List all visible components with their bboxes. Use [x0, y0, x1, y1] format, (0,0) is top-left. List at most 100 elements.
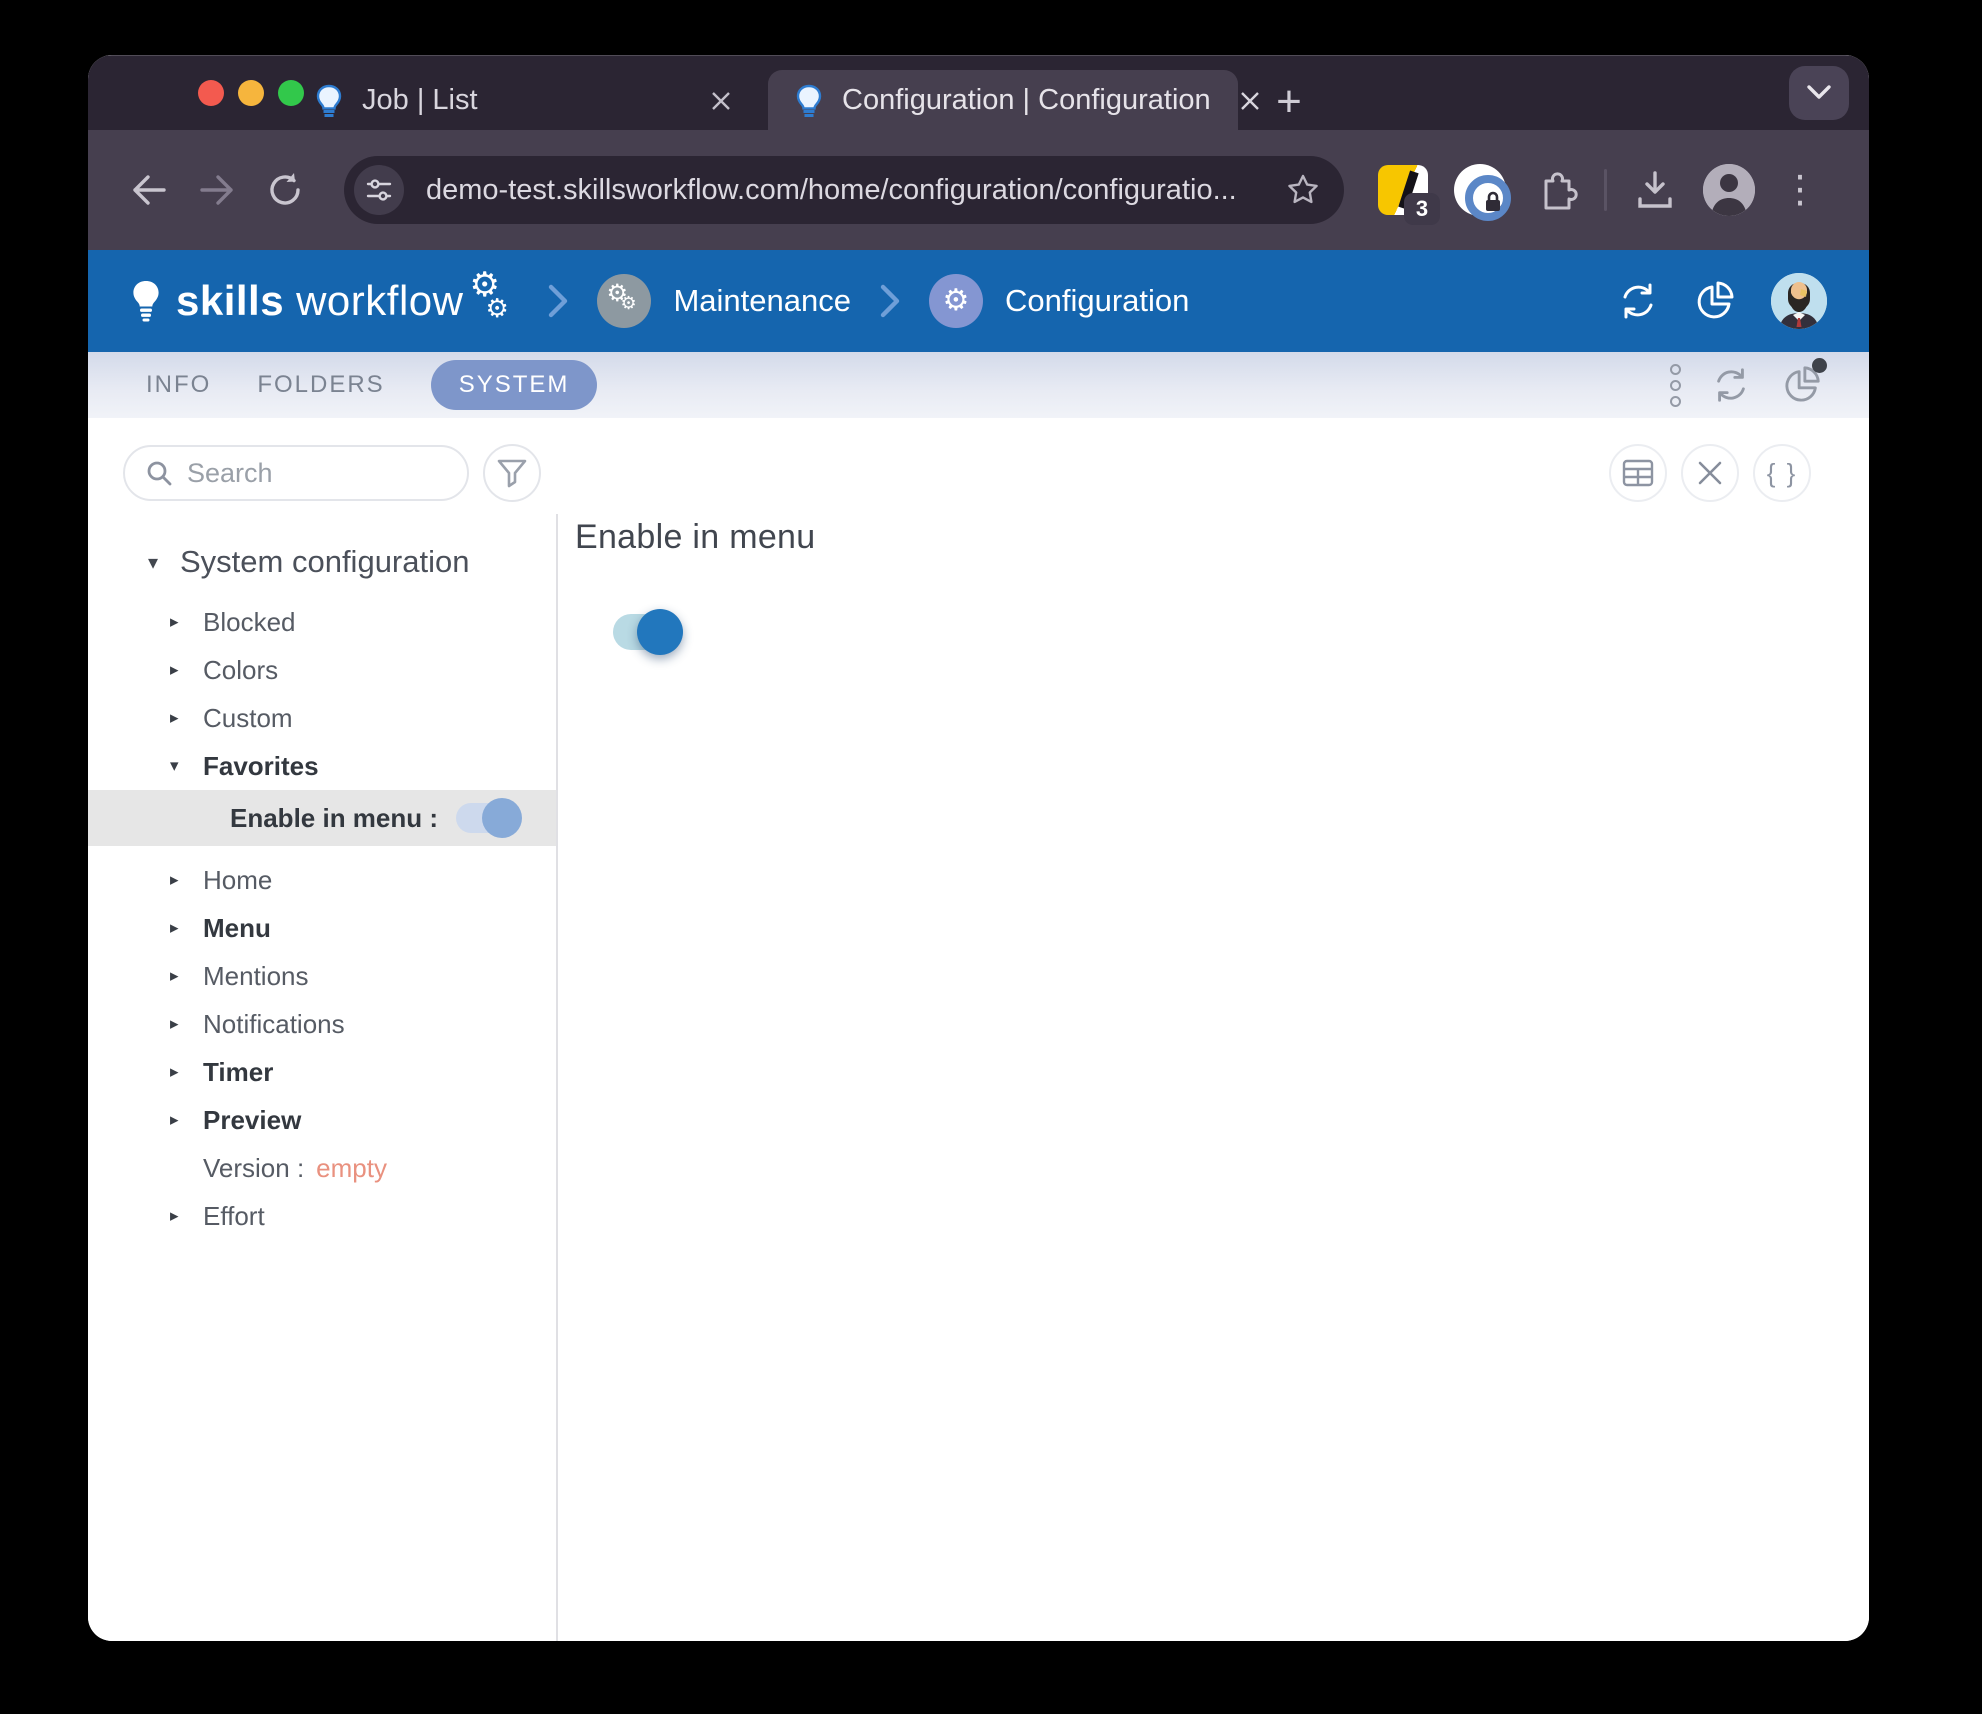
caret-right-icon[interactable]: ▸ — [170, 966, 192, 986]
caret-right-icon[interactable]: ▸ — [170, 660, 192, 680]
extension-icon[interactable]: 3 — [1378, 165, 1428, 215]
lock-icon — [1482, 190, 1504, 214]
tree-item-enable-in-menu[interactable]: Enable in menu : — [88, 790, 558, 846]
caret-right-icon[interactable]: ▸ — [170, 918, 192, 938]
tree-root-system-configuration[interactable]: ▾ System configuration — [88, 532, 558, 592]
tree-item-custom[interactable]: ▸Custom — [88, 694, 558, 742]
back-icon[interactable] — [126, 167, 172, 213]
desktop-background: Job | List Configuration | Configuration… — [0, 0, 1982, 1714]
enable-in-menu-mini-toggle[interactable] — [456, 803, 518, 833]
json-view-button[interactable]: { } — [1753, 444, 1811, 502]
tree-item-preview[interactable]: ▸ Preview — [88, 1096, 558, 1144]
tree-item-blocked[interactable]: ▸ Blocked — [88, 598, 558, 646]
brand-workflow: workflow — [296, 277, 463, 325]
configuration-detail-panel: { } Enable in menu — [559, 418, 1869, 1641]
caret-down-icon[interactable]: ▾ — [170, 756, 192, 776]
close-button[interactable] — [1681, 444, 1739, 502]
browser-toolbar: demo-test.skillsworkflow.com/home/config… — [88, 130, 1869, 250]
refresh-icon[interactable] — [1711, 365, 1751, 405]
search-icon — [145, 459, 173, 487]
caret-right-icon[interactable]: ▸ — [170, 708, 192, 728]
tree-item-home[interactable]: ▸Home — [88, 856, 558, 904]
more-options-kebab-icon[interactable] — [1670, 364, 1681, 407]
browser-profile-avatar[interactable] — [1703, 164, 1755, 216]
tab-folders[interactable]: FOLDERS — [257, 371, 384, 399]
table-view-button[interactable] — [1609, 444, 1667, 502]
browser-tab-configuration[interactable]: Configuration | Configuration — [768, 70, 1238, 131]
caret-right-icon[interactable]: ▸ — [170, 1014, 192, 1034]
tab-title: Job | List — [362, 84, 478, 117]
tree-item-label: Notifications — [203, 1009, 345, 1040]
tab-close-icon[interactable] — [704, 84, 738, 118]
user-avatar[interactable] — [1771, 273, 1827, 329]
extension-badge: 3 — [1404, 193, 1440, 225]
caret-right-icon[interactable]: ▸ — [170, 612, 192, 632]
detail-toolbar: { } — [1609, 444, 1811, 502]
tab-system[interactable]: SYSTEM — [431, 360, 598, 410]
browser-tab-strip: Job | List Configuration | Configuration… — [88, 55, 1869, 130]
tree-item-mentions[interactable]: ▸ Mentions — [88, 952, 558, 1000]
forward-icon[interactable] — [194, 167, 240, 213]
app-header: skills workflow ⚙ ⚙ ⚙⚙ Maintenance — [88, 250, 1869, 352]
extensions-puzzle-icon[interactable] — [1532, 167, 1578, 213]
tab-close-icon[interactable] — [1239, 84, 1261, 118]
tree-item-effort[interactable]: ▸Effort — [88, 1192, 558, 1240]
tab-search-chevron-button[interactable] — [1789, 66, 1849, 120]
bookmark-star-icon[interactable] — [1286, 173, 1320, 207]
tab-info[interactable]: INFO — [146, 371, 211, 399]
caret-right-icon[interactable]: ▸ — [170, 1206, 192, 1226]
brand-skills: skills — [176, 277, 284, 325]
tree-item-colors[interactable]: ▸ Colors — [88, 646, 558, 694]
tree-item-label: Version : — [203, 1153, 304, 1184]
caret-right-icon[interactable]: ▸ — [170, 1110, 192, 1130]
tab-title: Configuration | Configuration — [842, 84, 1211, 117]
tree-item-menu[interactable]: ▸Menu — [88, 904, 558, 952]
breadcrumb-label: Configuration — [1005, 283, 1189, 319]
caret-down-icon[interactable]: ▾ — [148, 550, 170, 575]
caret-right-icon[interactable]: ▸ — [170, 870, 192, 890]
tree-item-value: empty — [316, 1153, 387, 1184]
downloads-icon[interactable] — [1633, 169, 1677, 211]
toolbar-divider — [1604, 169, 1607, 211]
gears-icon: ⚙⚙ — [597, 274, 651, 328]
toggle-knob — [637, 609, 683, 655]
tree-item-label: Preview — [203, 1105, 301, 1136]
tree-item-label: Enable in menu : — [230, 803, 438, 834]
close-window-button[interactable] — [198, 80, 224, 106]
address-bar[interactable]: demo-test.skillsworkflow.com/home/config… — [344, 156, 1344, 224]
tree-item-label: Colors — [203, 655, 278, 686]
lightbulb-logo-icon — [130, 277, 162, 325]
tree-item-favorites[interactable]: ▾Favorites — [88, 742, 558, 790]
new-tab-button[interactable]: + — [1263, 76, 1315, 128]
setting-title: Enable in menu — [575, 518, 815, 557]
search-input[interactable] — [187, 458, 427, 489]
toolbar-extensions-area: 3 ⋮ — [1378, 164, 1819, 216]
configuration-sidebar: ▾ System configuration ▸ Blocked ▸ Colors ▸C… — [88, 418, 558, 1641]
app-tab-bar-actions — [1670, 364, 1823, 407]
app-tab-bar: INFO FOLDERS SYSTEM — [88, 352, 1869, 418]
breadcrumb-maintenance[interactable]: ⚙⚙ Maintenance — [597, 274, 851, 328]
onepassword-extension-icon[interactable] — [1454, 164, 1506, 216]
site-settings-icon[interactable] — [354, 165, 404, 215]
filter-button[interactable] — [483, 444, 541, 502]
tree-item-label: Blocked — [203, 607, 296, 638]
pie-chart-icon[interactable] — [1781, 364, 1823, 406]
tree-item-version[interactable]: Version : empty — [88, 1144, 558, 1192]
reload-icon[interactable] — [262, 167, 308, 213]
pie-chart-icon[interactable] — [1693, 279, 1737, 323]
refresh-icon[interactable] — [1617, 280, 1659, 322]
browser-window: Job | List Configuration | Configuration… — [88, 55, 1869, 1641]
enable-in-menu-toggle[interactable] — [613, 614, 679, 650]
breadcrumb-label: Maintenance — [673, 283, 851, 319]
caret-right-icon[interactable]: ▸ — [170, 1062, 192, 1082]
notification-dot — [1812, 358, 1827, 373]
browser-menu-kebab-icon[interactable]: ⋮ — [1781, 171, 1819, 209]
tree-item-notifications[interactable]: ▸ Notifications — [88, 1000, 558, 1048]
minimize-window-button[interactable] — [238, 80, 264, 106]
tree-item-timer[interactable]: ▸Timer — [88, 1048, 558, 1096]
app-logo[interactable]: skills workflow ⚙ ⚙ — [130, 271, 519, 331]
tree-item-label: Mentions — [203, 961, 309, 992]
breadcrumb-configuration[interactable]: ⚙ Configuration — [929, 274, 1189, 328]
gear-icon: ⚙ — [929, 274, 983, 328]
browser-tab-job-list[interactable]: Job | List — [288, 70, 768, 131]
